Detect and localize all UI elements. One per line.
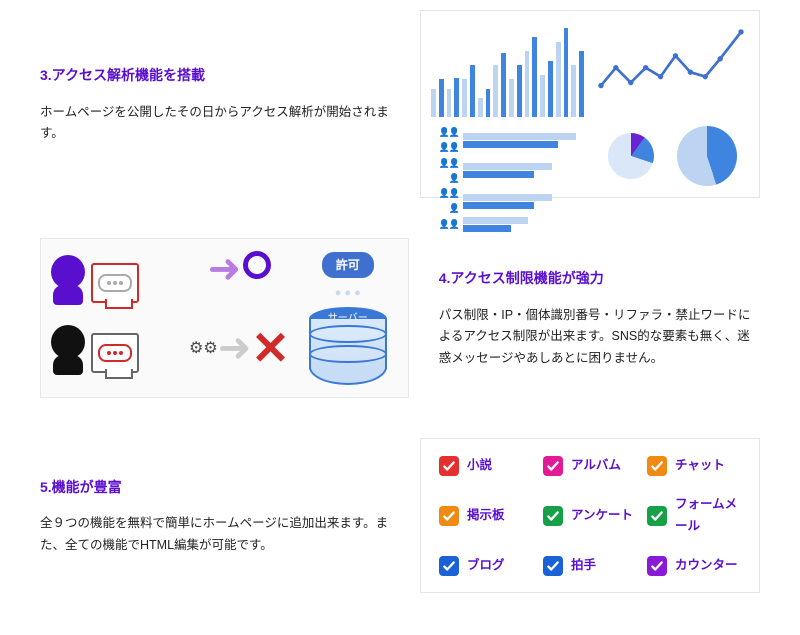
section-5-desc: 全９つの機能を無料で簡単にホームページに追加出来ます。また、全ての機能でHTML…	[40, 513, 390, 556]
feature-item: カウンター	[647, 555, 741, 576]
section-4-title: 4.アクセス制限機能が強力	[439, 267, 760, 291]
feature-label: 掲示板	[467, 505, 505, 526]
check-icon	[439, 456, 459, 476]
user-icon	[51, 255, 85, 289]
feature-label: アルバム	[571, 455, 621, 476]
monitor-icon	[91, 263, 139, 303]
feature-label: 小説	[467, 455, 492, 476]
feature-item: 拍手	[543, 555, 637, 576]
check-icon	[543, 506, 563, 526]
check-icon	[439, 556, 459, 576]
check-icon	[543, 556, 563, 576]
feature-label: アンケート	[571, 505, 633, 526]
line-chart	[592, 17, 753, 117]
bar-chart	[427, 17, 588, 117]
features-grid: 小説 アルバム チャット掲示板 アンケート フォームメールブログ 拍手 カウンター	[420, 438, 760, 593]
section-4-desc: パス制限・IP・個体識別番号・リファラ・禁止ワードによるアクセス制限が出来ます。…	[439, 305, 760, 369]
feature-label: 拍手	[571, 555, 596, 576]
pie-small	[608, 133, 654, 179]
check-icon	[647, 556, 667, 576]
feature-item: 小説	[439, 455, 533, 476]
check-icon	[647, 456, 667, 476]
feature-label: ブログ	[467, 555, 505, 576]
feature-item: チャット	[647, 455, 741, 476]
feature-item: 掲示板	[439, 494, 533, 537]
server-icon: サーバー	[309, 307, 387, 385]
pie-large	[677, 126, 737, 186]
pie-charts	[592, 121, 753, 191]
feature-item: アルバム	[543, 455, 637, 476]
gear-icon: ⚙⚙	[189, 335, 218, 362]
access-control-graphic: ➜ ⚙⚙ ➜ ✕ 許可 ● ● ● サーバー	[40, 238, 409, 398]
check-icon	[439, 506, 459, 526]
section-5-title: 5.機能が豊富	[40, 476, 390, 500]
arrow-icon: ➜	[218, 328, 252, 368]
arrow-icon: ➜	[208, 249, 242, 289]
section-3-title: 3.アクセス解析機能を搭載	[40, 64, 390, 88]
hbar-chart: 👤👤👤👤 👤👤👤 👤👤👤 👤👤	[427, 121, 588, 191]
allow-icon	[243, 251, 271, 279]
feature-label: フォームメール	[675, 494, 741, 537]
deny-icon: ✕	[251, 309, 290, 387]
feature-item: ブログ	[439, 555, 533, 576]
blocked-user-icon	[51, 325, 85, 359]
analytics-graphic: 👤👤👤👤 👤👤👤 👤👤👤 👤👤	[420, 10, 760, 198]
feature-label: カウンター	[675, 555, 738, 576]
section-3-desc: ホームページを公開したその日からアクセス解析が開始されます。	[40, 102, 390, 145]
check-icon	[543, 456, 563, 476]
permit-badge: 許可	[322, 252, 374, 278]
feature-item: フォームメール	[647, 494, 741, 537]
monitor-icon	[91, 333, 139, 373]
feature-label: チャット	[675, 455, 725, 476]
check-icon	[647, 506, 667, 526]
feature-item: アンケート	[543, 494, 637, 537]
